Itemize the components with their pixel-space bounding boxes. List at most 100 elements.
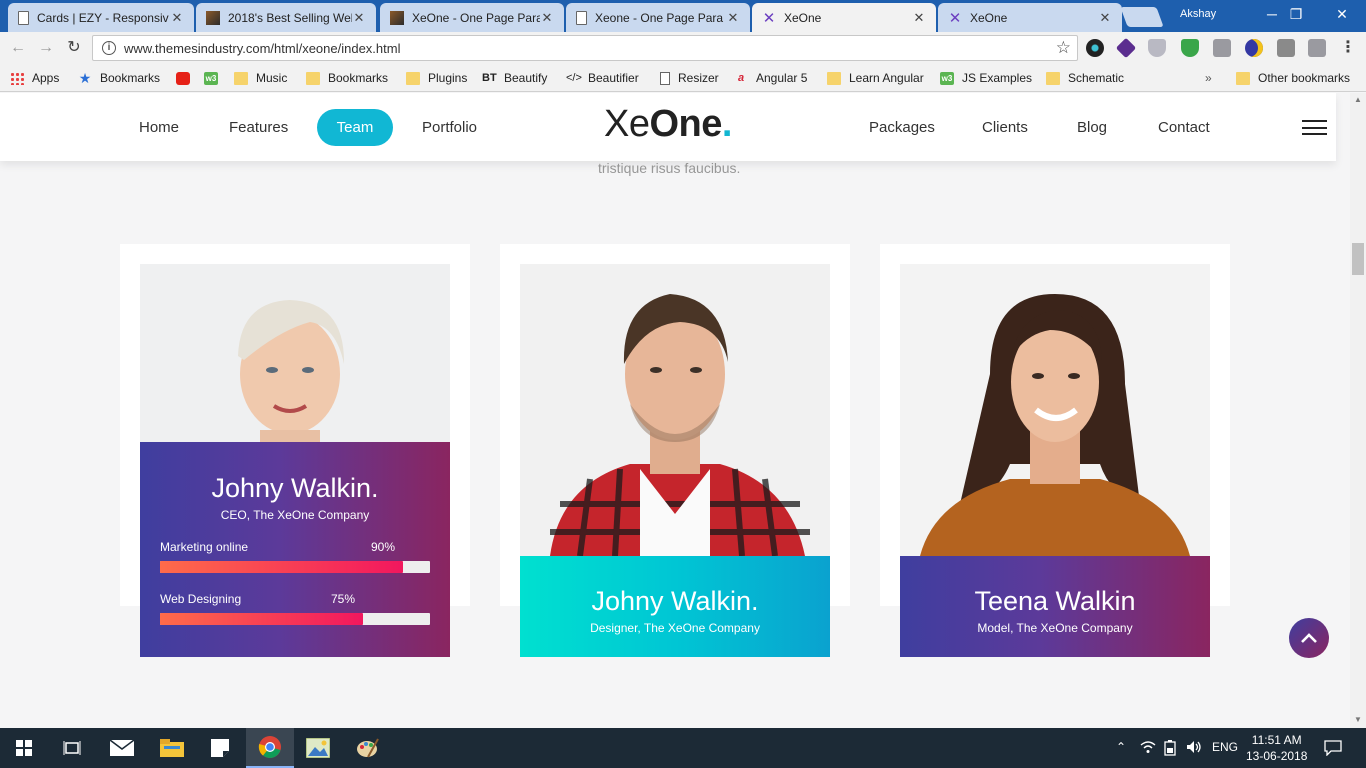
folder-icon [1046, 71, 1060, 85]
tab-close-icon[interactable]: ✕ [352, 10, 366, 26]
file-explorer-icon[interactable] [148, 728, 196, 768]
scroll-to-top-button[interactable] [1289, 618, 1329, 658]
moon-icon[interactable] [1245, 39, 1263, 57]
windows-start-icon[interactable] [0, 728, 48, 768]
apps-grid-icon [10, 71, 24, 85]
extension-icon[interactable] [1308, 39, 1326, 57]
nav-features[interactable]: Features [210, 109, 307, 146]
reload-icon[interactable]: ↻ [64, 38, 84, 58]
team-member-role: Model, The XeOne Company [977, 621, 1133, 635]
bookmark-item[interactable]: w3 [204, 70, 226, 86]
tab-close-icon[interactable]: ✕ [540, 10, 554, 26]
restore-icon[interactable]: ❐ [1276, 4, 1316, 24]
bookmark-star-icon[interactable]: ☆ [1056, 38, 1071, 58]
scroll-down-arrow-icon[interactable]: ▼ [1354, 715, 1362, 724]
site-logo[interactable]: XeOne. [604, 103, 732, 146]
skill-label: Web Designing [160, 592, 242, 606]
nav-packages[interactable]: Packages [850, 109, 954, 146]
camera-icon[interactable] [1277, 39, 1295, 57]
skill-progress-fill [160, 613, 363, 625]
hamburger-menu-icon[interactable] [1302, 120, 1327, 135]
skill-progress-fill [160, 561, 403, 573]
page-scrollbar[interactable]: ▲ ▼ [1350, 93, 1366, 728]
info-icon[interactable]: i [102, 41, 116, 55]
tab-close-icon[interactable]: ✕ [170, 10, 184, 26]
doc-icon [576, 10, 587, 25]
logo-part: Xe [604, 103, 650, 145]
tab-close-icon[interactable]: ✕ [726, 10, 740, 26]
more-bookmarks-chevron[interactable]: » [1205, 70, 1212, 86]
scroll-up-arrow-icon[interactable]: ▲ [1354, 95, 1362, 104]
battery-icon[interactable] [1164, 740, 1176, 759]
extension-icon[interactable] [1086, 39, 1104, 57]
image-icon [206, 10, 220, 25]
volume-icon[interactable] [1186, 740, 1202, 757]
browser-tab-strip: Cards | EZY - Responsiv ✕ 2018's Best Se… [0, 0, 1366, 32]
bookmark-item[interactable]: Resizer [660, 70, 719, 86]
bookmark-item[interactable]: w3 JS Examples [940, 70, 1032, 86]
other-bookmarks[interactable]: Other bookmarks [1236, 70, 1350, 86]
folder-icon [406, 71, 420, 85]
sticky-notes-icon[interactable] [196, 728, 244, 768]
browser-tab-active[interactable]: ✕ XeOne ✕ [752, 3, 936, 32]
nav-contact[interactable]: Contact [1139, 109, 1229, 146]
scrollbar-thumb[interactable] [1352, 243, 1364, 275]
w3-icon: w3 [940, 71, 954, 85]
new-tab-button[interactable] [1120, 7, 1164, 27]
photos-icon[interactable] [294, 728, 342, 768]
address-bar[interactable]: i www.themesindustry.com/html/xeone/inde… [92, 35, 1078, 61]
extension-icon[interactable] [1115, 37, 1137, 59]
image-icon [390, 10, 404, 25]
paint-icon[interactable] [344, 728, 392, 768]
nav-team[interactable]: Team [317, 109, 393, 146]
wifi-icon[interactable] [1140, 740, 1156, 757]
w3-icon: w3 [204, 71, 218, 85]
language-indicator[interactable]: ENG [1212, 740, 1238, 754]
browser-tab[interactable]: 2018's Best Selling Web ✕ [196, 3, 376, 32]
bookmark-folder[interactable]: Learn Angular [827, 70, 924, 86]
tab-close-icon[interactable]: ✕ [912, 10, 926, 26]
nav-clients[interactable]: Clients [963, 109, 1047, 146]
taskbar-clock[interactable]: 11:51 AM 13-06-2018 [1246, 732, 1307, 764]
profile-name[interactable]: Akshay [1180, 8, 1216, 20]
bookmark-apps[interactable]: Apps [10, 70, 59, 86]
browser-tab[interactable]: Cards | EZY - Responsiv ✕ [8, 3, 194, 32]
browser-toolbar: ← → ↻ i www.themesindustry.com/html/xeon… [0, 32, 1366, 64]
mail-icon[interactable] [98, 728, 146, 768]
shield-icon[interactable] [1148, 39, 1166, 57]
tray-chevron-up-icon[interactable]: ⌃ [1116, 740, 1126, 754]
menu-dots-icon[interactable]: ⋮ [1338, 38, 1358, 58]
browser-tab[interactable]: ✕ XeOne ✕ [938, 3, 1122, 32]
tab-title: 2018's Best Selling Web [228, 10, 352, 25]
nav-portfolio[interactable]: Portfolio [403, 109, 496, 146]
nav-blog[interactable]: Blog [1058, 109, 1126, 146]
nav-home[interactable]: Home [120, 109, 198, 146]
doc-icon [18, 10, 29, 25]
bookmark-folder[interactable]: Schematic [1046, 70, 1124, 86]
bookmark-item[interactable] [176, 70, 198, 86]
bookmark-item[interactable]: ★ Bookmarks [78, 70, 160, 86]
chrome-icon[interactable] [246, 728, 294, 768]
bookmark-item[interactable]: a Angular 5 [734, 70, 807, 86]
browser-tab[interactable]: Xeone - One Page Para ✕ [566, 3, 750, 32]
close-window-icon[interactable]: ✕ [1322, 4, 1362, 24]
bookmark-folder[interactable]: Music [234, 70, 287, 86]
shield-check-icon[interactable] [1181, 39, 1199, 57]
angular-icon: a [737, 71, 745, 84]
task-view-icon[interactable] [48, 728, 96, 768]
bookmark-item[interactable]: </> Beautifier [566, 70, 639, 86]
tab-title: XeOne - One Page Para [412, 10, 540, 25]
extension-icon[interactable] [1213, 39, 1231, 57]
back-arrow-icon[interactable]: ← [8, 38, 28, 58]
folder-icon [1236, 71, 1250, 85]
bookmark-folder[interactable]: Plugins [406, 70, 467, 86]
bookmark-folder[interactable]: Bookmarks [306, 70, 388, 86]
bookmark-item[interactable]: BT Beautify [482, 70, 547, 86]
tab-close-icon[interactable]: ✕ [1098, 10, 1112, 26]
browser-tab[interactable]: XeOne - One Page Para ✕ [380, 3, 564, 32]
xeone-icon: ✕ [948, 9, 962, 27]
forward-arrow-icon[interactable]: → [36, 38, 56, 58]
url-text[interactable]: www.themesindustry.com/html/xeone/index.… [124, 41, 1056, 56]
notifications-icon[interactable] [1324, 740, 1342, 759]
skill-progress-bar [160, 613, 430, 625]
